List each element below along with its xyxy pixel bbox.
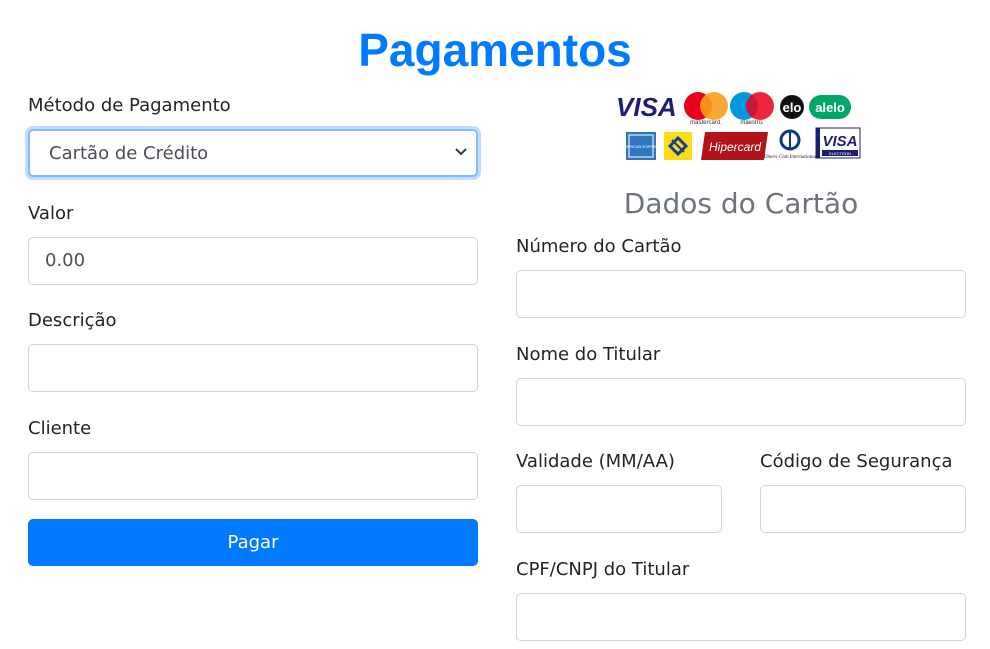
holder-document-input[interactable] — [516, 593, 966, 641]
card-brands-logos: VISA mastercard. maestro. elo alelo AMER… — [616, 92, 861, 160]
card-number-label: Número do Cartão — [516, 236, 682, 257]
maestro-logo: maestro. — [730, 92, 774, 126]
card-number-input[interactable] — [516, 270, 966, 318]
expiry-input[interactable] — [516, 485, 722, 533]
banco-do-brasil-logo — [664, 132, 692, 160]
pay-button[interactable]: Pagar — [28, 519, 478, 566]
description-input[interactable] — [28, 344, 478, 392]
elo-logo: elo — [780, 95, 804, 119]
amount-value: 0.00 — [45, 250, 86, 271]
amount-input[interactable]: 0.00 — [28, 237, 478, 285]
amex-logo: AMERICAN EXPRESS — [620, 132, 662, 160]
visa-electron-logo: VISA ELECTRON — [815, 127, 861, 159]
chevron-down-icon — [455, 148, 467, 156]
cvv-input[interactable] — [760, 485, 966, 533]
amount-label: Valor — [28, 203, 74, 224]
page-title: Pagamentos — [358, 24, 632, 76]
client-label: Cliente — [28, 418, 92, 439]
svg-text:ELECTRON: ELECTRON — [829, 151, 851, 156]
svg-text:elo: elo — [783, 100, 802, 115]
svg-text:VISA: VISA — [822, 133, 857, 150]
svg-text:VISA: VISA — [616, 92, 677, 122]
holder-document-label: CPF/CNPJ do Titular — [516, 559, 690, 580]
svg-text:AMERICAN EXPRESS: AMERICAN EXPRESS — [620, 144, 661, 149]
client-input[interactable] — [28, 452, 478, 500]
visa-logo: VISA — [616, 92, 677, 122]
diners-club-logo: Diners Club International — [763, 129, 817, 160]
alelo-logo: alelo — [809, 95, 851, 119]
svg-text:maestro.: maestro. — [740, 120, 764, 126]
payment-method-select[interactable]: Cartão de Crédito — [28, 129, 478, 177]
svg-text:Diners Club International: Diners Club International — [763, 155, 817, 160]
cvv-label: Código de Segurança — [760, 451, 953, 472]
description-label: Descrição — [28, 310, 117, 331]
hipercard-logo: Hipercard — [701, 132, 768, 160]
mastercard-logo: mastercard. — [684, 92, 728, 126]
svg-text:Hipercard: Hipercard — [709, 140, 761, 154]
card-section-title: Dados do Cartão — [623, 187, 859, 220]
payment-method-value: Cartão de Crédito — [49, 143, 209, 164]
payment-method-label: Método de Pagamento — [28, 95, 231, 116]
expiry-label: Validade (MM/AA) — [516, 451, 675, 472]
svg-text:mastercard.: mastercard. — [690, 120, 722, 126]
svg-text:alelo: alelo — [815, 100, 845, 115]
card-holder-label: Nome do Titular — [516, 344, 661, 365]
card-holder-input[interactable] — [516, 378, 966, 426]
